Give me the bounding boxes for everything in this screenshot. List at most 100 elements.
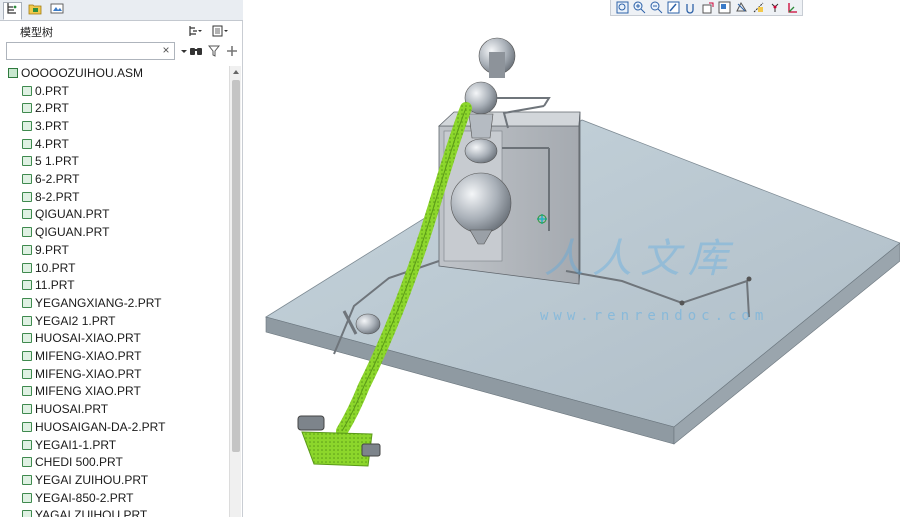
part-icon <box>22 368 32 379</box>
tree-item[interactable]: CHEDI 500.PRT <box>0 453 229 471</box>
part-icon <box>22 315 32 326</box>
datum-axes-icon[interactable] <box>751 1 766 15</box>
tree-item[interactable]: QIGUAN.PRT <box>0 206 229 224</box>
search-row: × <box>0 41 243 61</box>
part-icon <box>22 227 32 238</box>
tree-item-label: 9.PRT <box>35 242 69 257</box>
tree-item[interactable]: 3.PRT <box>0 117 229 135</box>
datum-planes-icon[interactable] <box>734 1 749 15</box>
tree-item[interactable]: 2.PRT <box>0 99 229 117</box>
navigator-tabs <box>0 0 243 21</box>
tree-item[interactable]: YAGAI ZUIHOU.PRT <box>0 507 229 517</box>
tree-item[interactable]: YEGAI-850-2.PRT <box>0 489 229 507</box>
tree-item-label: 11.PRT <box>35 278 75 293</box>
application-window: 模型树 × OOOOOZUIHOU.ASM 0.PRT 2.PRT 3.PRT … <box>0 0 900 517</box>
tree-title: 模型树 <box>20 27 53 39</box>
tree-item-label: MIFENG-XIAO.PRT <box>35 366 142 381</box>
part-icon <box>22 244 32 255</box>
scroll-up-icon[interactable] <box>230 66 242 78</box>
tree-item-label: 4.PRT <box>35 136 69 151</box>
tree-item[interactable]: 10.PRT <box>0 259 229 277</box>
graphics-viewport[interactable]: 人人文库 www.renrendoc.com <box>244 16 900 517</box>
part-icon <box>22 85 32 96</box>
tree-item[interactable]: 4.PRT <box>0 135 229 153</box>
tree-item-label: HUOSAIGAN-DA-2.PRT <box>35 419 166 434</box>
tree-item-label: HUOSAI-XIAO.PRT <box>35 331 141 346</box>
tree-item[interactable]: HUOSAI-XIAO.PRT <box>0 330 229 348</box>
tree-item[interactable]: HUOSAI.PRT <box>0 400 229 418</box>
tree-item[interactable]: MIFENG-XIAO.PRT <box>0 347 229 365</box>
folder-browser-tab[interactable] <box>25 2 44 20</box>
filter-icon[interactable] <box>207 44 221 58</box>
tree-item-label: 3.PRT <box>35 118 69 133</box>
part-icon <box>22 191 32 202</box>
model-tree-icon <box>6 2 19 20</box>
tree-item-label: MIFENG-XIAO.PRT <box>35 349 142 364</box>
tree-root-label: OOOOOZUIHOU.ASM <box>21 65 144 80</box>
coordinate-system-icon[interactable] <box>785 1 800 15</box>
tree-item[interactable]: MIFENG XIAO.PRT <box>0 383 229 401</box>
navigator-panel: 模型树 × OOOOOZUIHOU.ASM 0.PRT 2.PRT 3.PRT … <box>0 0 243 517</box>
part-icon <box>22 280 32 291</box>
tree-item[interactable]: 6-2.PRT <box>0 170 229 188</box>
refit-icon[interactable] <box>615 1 630 15</box>
part-icon <box>22 120 32 131</box>
view-manager-icon[interactable] <box>700 1 715 15</box>
tree-item-label: MIFENG XIAO.PRT <box>35 384 141 399</box>
tree-header: 模型树 <box>0 22 243 40</box>
graphics-toolbar <box>610 0 803 16</box>
tree-item[interactable]: HUOSAIGAN-DA-2.PRT <box>0 418 229 436</box>
part-icon <box>22 351 32 362</box>
scroll-thumb[interactable] <box>232 80 240 452</box>
datum-points-icon[interactable] <box>768 1 783 15</box>
folder-icon <box>28 2 42 20</box>
part-icon <box>22 333 32 344</box>
part-icon <box>22 156 32 167</box>
watermark-text: 人人文库 <box>544 236 736 282</box>
tree-item-label: YEGAI-850-2.PRT <box>35 490 134 505</box>
binoculars-icon[interactable] <box>189 44 203 58</box>
assembly-icon <box>8 67 18 78</box>
tree-item-label: 2.PRT <box>35 101 69 116</box>
tree-item-label: YEGANGXIANG-2.PRT <box>35 295 162 310</box>
search-input[interactable] <box>6 42 175 60</box>
tree-item[interactable]: YEGANGXIANG-2.PRT <box>0 294 229 312</box>
tree-root-item[interactable]: OOOOOZUIHOU.ASM <box>0 64 229 82</box>
part-icon <box>22 138 32 149</box>
tree-item[interactable]: MIFENG-XIAO.PRT <box>0 365 229 383</box>
tree-item-label: 10.PRT <box>35 260 76 275</box>
part-icon <box>22 492 32 503</box>
tree-settings-icon[interactable] <box>187 24 203 38</box>
add-icon[interactable] <box>225 44 239 58</box>
tree-item[interactable]: YEGAI ZUIHOU.PRT <box>0 471 229 489</box>
tree-item-label: YEGAI ZUIHOU.PRT <box>35 472 149 487</box>
tree-item-label: CHEDI 500.PRT <box>35 455 123 470</box>
spin-center-icon[interactable] <box>683 1 698 15</box>
part-icon <box>22 474 32 485</box>
tree-item[interactable]: QIGUAN.PRT <box>0 223 229 241</box>
tree-item[interactable]: 5 1.PRT <box>0 153 229 171</box>
saved-views-icon[interactable] <box>717 1 732 15</box>
tree-item[interactable]: YEGAI1-1.PRT <box>0 436 229 454</box>
tree-item[interactable]: 8-2.PRT <box>0 188 229 206</box>
favorites-tab[interactable] <box>47 2 66 20</box>
part-icon <box>22 297 32 308</box>
zoom-out-icon[interactable] <box>649 1 664 15</box>
clear-search-icon[interactable]: × <box>160 44 172 56</box>
tree-item[interactable]: 0.PRT <box>0 82 229 100</box>
model-tree-tab[interactable] <box>3 2 22 20</box>
repaint-icon[interactable] <box>666 1 681 15</box>
tree-item[interactable]: YEGAI2 1.PRT <box>0 312 229 330</box>
show-menu-icon[interactable] <box>212 24 228 38</box>
tree-item-label: 5 1.PRT <box>35 154 79 169</box>
zoom-in-icon[interactable] <box>632 1 647 15</box>
favorites-icon <box>50 2 64 20</box>
tree-item[interactable]: 9.PRT <box>0 241 229 259</box>
tree-item[interactable]: 11.PRT <box>0 276 229 294</box>
part-icon <box>22 174 32 185</box>
part-icon <box>22 262 32 273</box>
part-icon <box>22 457 32 468</box>
part-icon <box>22 510 32 517</box>
tree-item-label: QIGUAN.PRT <box>35 207 110 222</box>
tree-scrollbar[interactable] <box>229 66 241 517</box>
